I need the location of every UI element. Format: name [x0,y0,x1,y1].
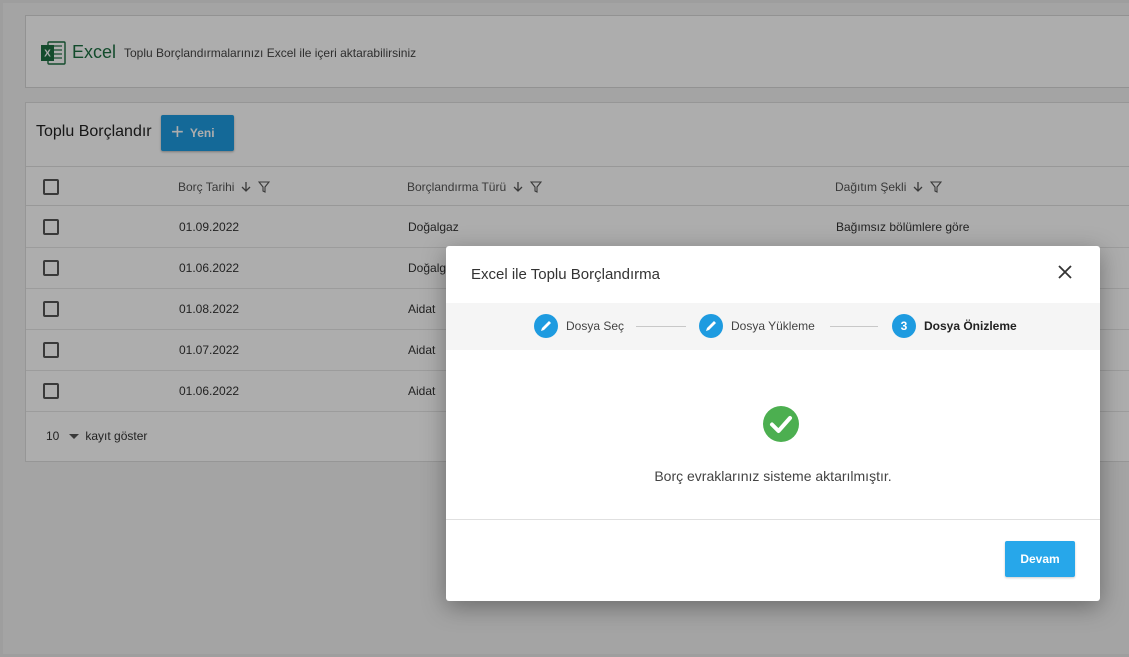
step-file-preview[interactable]: 3 Dosya Önizleme [892,314,1017,338]
excel-import-dialog: Excel ile Toplu Borçlandırma Dosya Seç D… [446,246,1100,601]
step-connector [636,326,686,327]
success-message: Borç evraklarınız sisteme aktarılmıştır. [654,468,892,484]
dialog-title: Excel ile Toplu Borçlandırma [471,266,660,283]
step-label: Dosya Önizleme [924,319,1017,333]
step-label: Dosya Yükleme [731,319,815,333]
step-file-select[interactable]: Dosya Seç [534,314,624,338]
step-label: Dosya Seç [566,319,625,333]
step-connector [830,326,878,327]
app-frame: X Excel Toplu Borçlandırmalarınızı Excel… [0,0,1129,657]
pencil-icon [699,314,723,338]
close-icon[interactable] [1056,263,1074,281]
import-stepper: Dosya Seç Dosya Yükleme 3 Dosya Önizleme [446,303,1100,350]
dialog-divider [446,519,1100,520]
step-file-upload[interactable]: Dosya Yükleme [699,314,815,338]
continue-button[interactable]: Devam [1005,541,1075,577]
step-number: 3 [892,314,916,338]
check-circle-icon [763,406,799,442]
pencil-icon [534,314,558,338]
